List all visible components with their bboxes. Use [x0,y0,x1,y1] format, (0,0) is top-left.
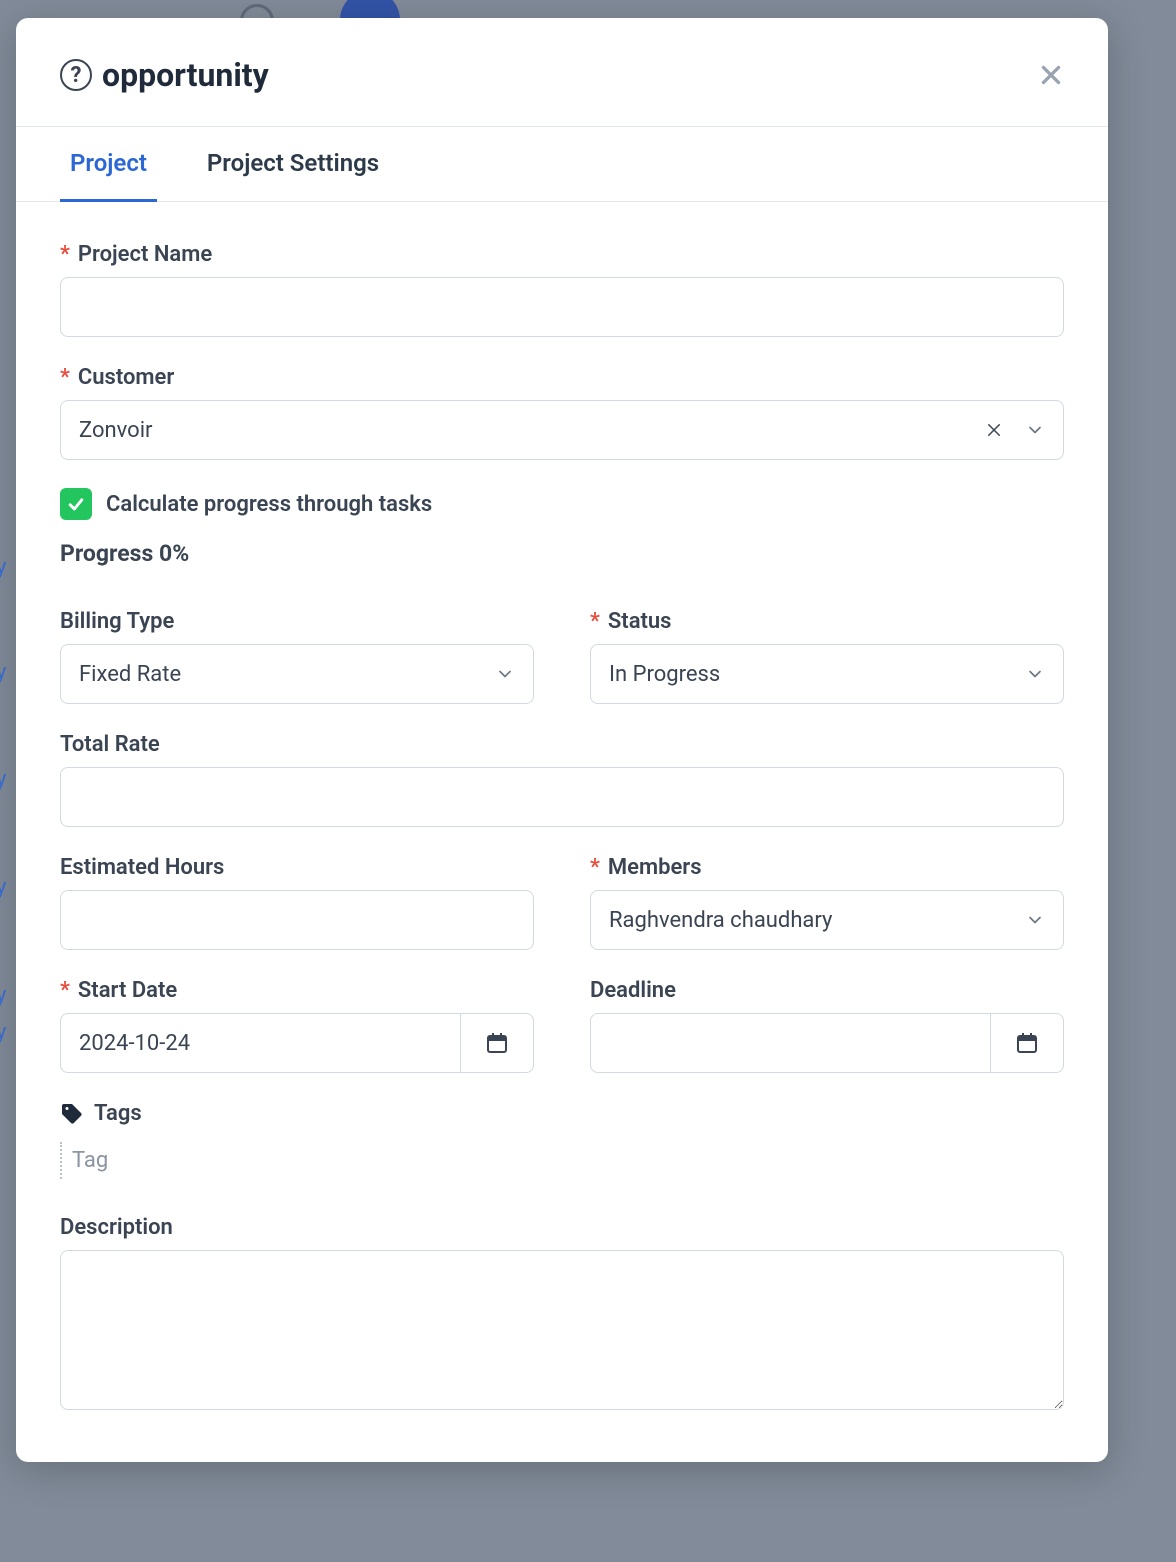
members-select[interactable]: Raghvendra chaudhary [590,890,1064,950]
help-icon[interactable]: ? [60,59,92,91]
field-description: Description [60,1215,1064,1414]
total-rate-input[interactable] [60,767,1064,827]
project-name-input[interactable] [60,277,1064,337]
field-project-name: * Project Name [60,242,1064,337]
modal-title-wrap: ? opportunity [60,56,269,94]
field-calc-progress[interactable]: Calculate progress through tasks [60,488,1064,520]
tag-icon [60,1102,84,1126]
tabs: Project Project Settings [16,126,1108,202]
total-rate-label: Total Rate [60,732,160,757]
status-value: In Progress [609,662,1025,687]
status-label: Status [608,609,672,634]
required-marker: * [590,609,600,634]
field-start-date: * Start Date 2024-10-24 [60,978,534,1073]
bg-fragment: y [0,983,6,1008]
chevron-down-icon [495,664,515,684]
start-date-label: Start Date [78,978,177,1003]
members-label: Members [608,855,702,880]
progress-label: Progress 0% [60,540,1064,567]
field-estimated-hours: Estimated Hours [60,855,534,950]
start-date-picker-button[interactable] [460,1013,534,1073]
deadline-picker-button[interactable] [990,1013,1064,1073]
field-status: * Status In Progress [590,609,1064,704]
billing-type-select[interactable]: Fixed Rate [60,644,534,704]
required-marker: * [60,242,70,267]
estimated-hours-input[interactable] [60,890,534,950]
billing-type-value: Fixed Rate [79,662,495,687]
calendar-icon [485,1031,509,1055]
required-marker: * [60,978,70,1003]
form-body: * Project Name * Customer Zonvoir Calculat… [16,202,1108,1462]
start-date-value: 2024-10-24 [79,1031,190,1056]
modal-title: opportunity [102,56,269,94]
modal-header: ? opportunity [16,18,1108,126]
status-select[interactable]: In Progress [590,644,1064,704]
check-icon [66,494,86,514]
chevron-down-icon [1025,910,1045,930]
tags-label: Tags [94,1101,142,1126]
required-marker: * [590,855,600,880]
field-deadline: Deadline [590,978,1064,1073]
deadline-label: Deadline [590,978,676,1003]
chevron-down-icon [1025,664,1045,684]
calendar-icon [1015,1031,1039,1055]
description-textarea[interactable] [60,1250,1064,1410]
tab-project-settings[interactable]: Project Settings [197,127,389,202]
bg-fragment: y [0,875,6,900]
tab-project[interactable]: Project [60,127,157,202]
billing-type-label: Billing Type [60,609,174,634]
tags-placeholder: Tag [72,1148,108,1173]
required-marker: * [60,365,70,390]
checkbox-checked[interactable] [60,488,92,520]
chevron-down-icon [1025,420,1045,440]
field-customer: * Customer Zonvoir [60,365,1064,460]
project-name-label: Project Name [78,242,212,267]
close-button[interactable] [1030,54,1072,96]
deadline-input[interactable] [590,1013,990,1073]
description-label: Description [60,1215,173,1240]
start-date-input[interactable]: 2024-10-24 [60,1013,460,1073]
tags-input[interactable]: Tag [60,1142,1064,1179]
customer-value: Zonvoir [79,418,985,443]
estimated-hours-label: Estimated Hours [60,855,224,880]
bg-fragment: y [0,660,6,685]
bg-fragment: y [0,767,6,792]
bg-fragment: y [0,555,6,580]
field-billing-type: Billing Type Fixed Rate [60,609,534,704]
clear-icon[interactable] [985,421,1003,439]
calc-progress-label: Calculate progress through tasks [106,492,432,517]
opportunity-modal: ? opportunity Project Project Settings *… [16,18,1108,1462]
members-value: Raghvendra chaudhary [609,908,1025,933]
tags-label-row: Tags [60,1101,1064,1126]
bg-fragment: y [0,1020,6,1045]
field-total-rate: Total Rate [60,732,1064,827]
close-icon [1038,62,1064,88]
customer-select[interactable]: Zonvoir [60,400,1064,460]
customer-label: Customer [78,365,174,390]
field-members: * Members Raghvendra chaudhary [590,855,1064,950]
